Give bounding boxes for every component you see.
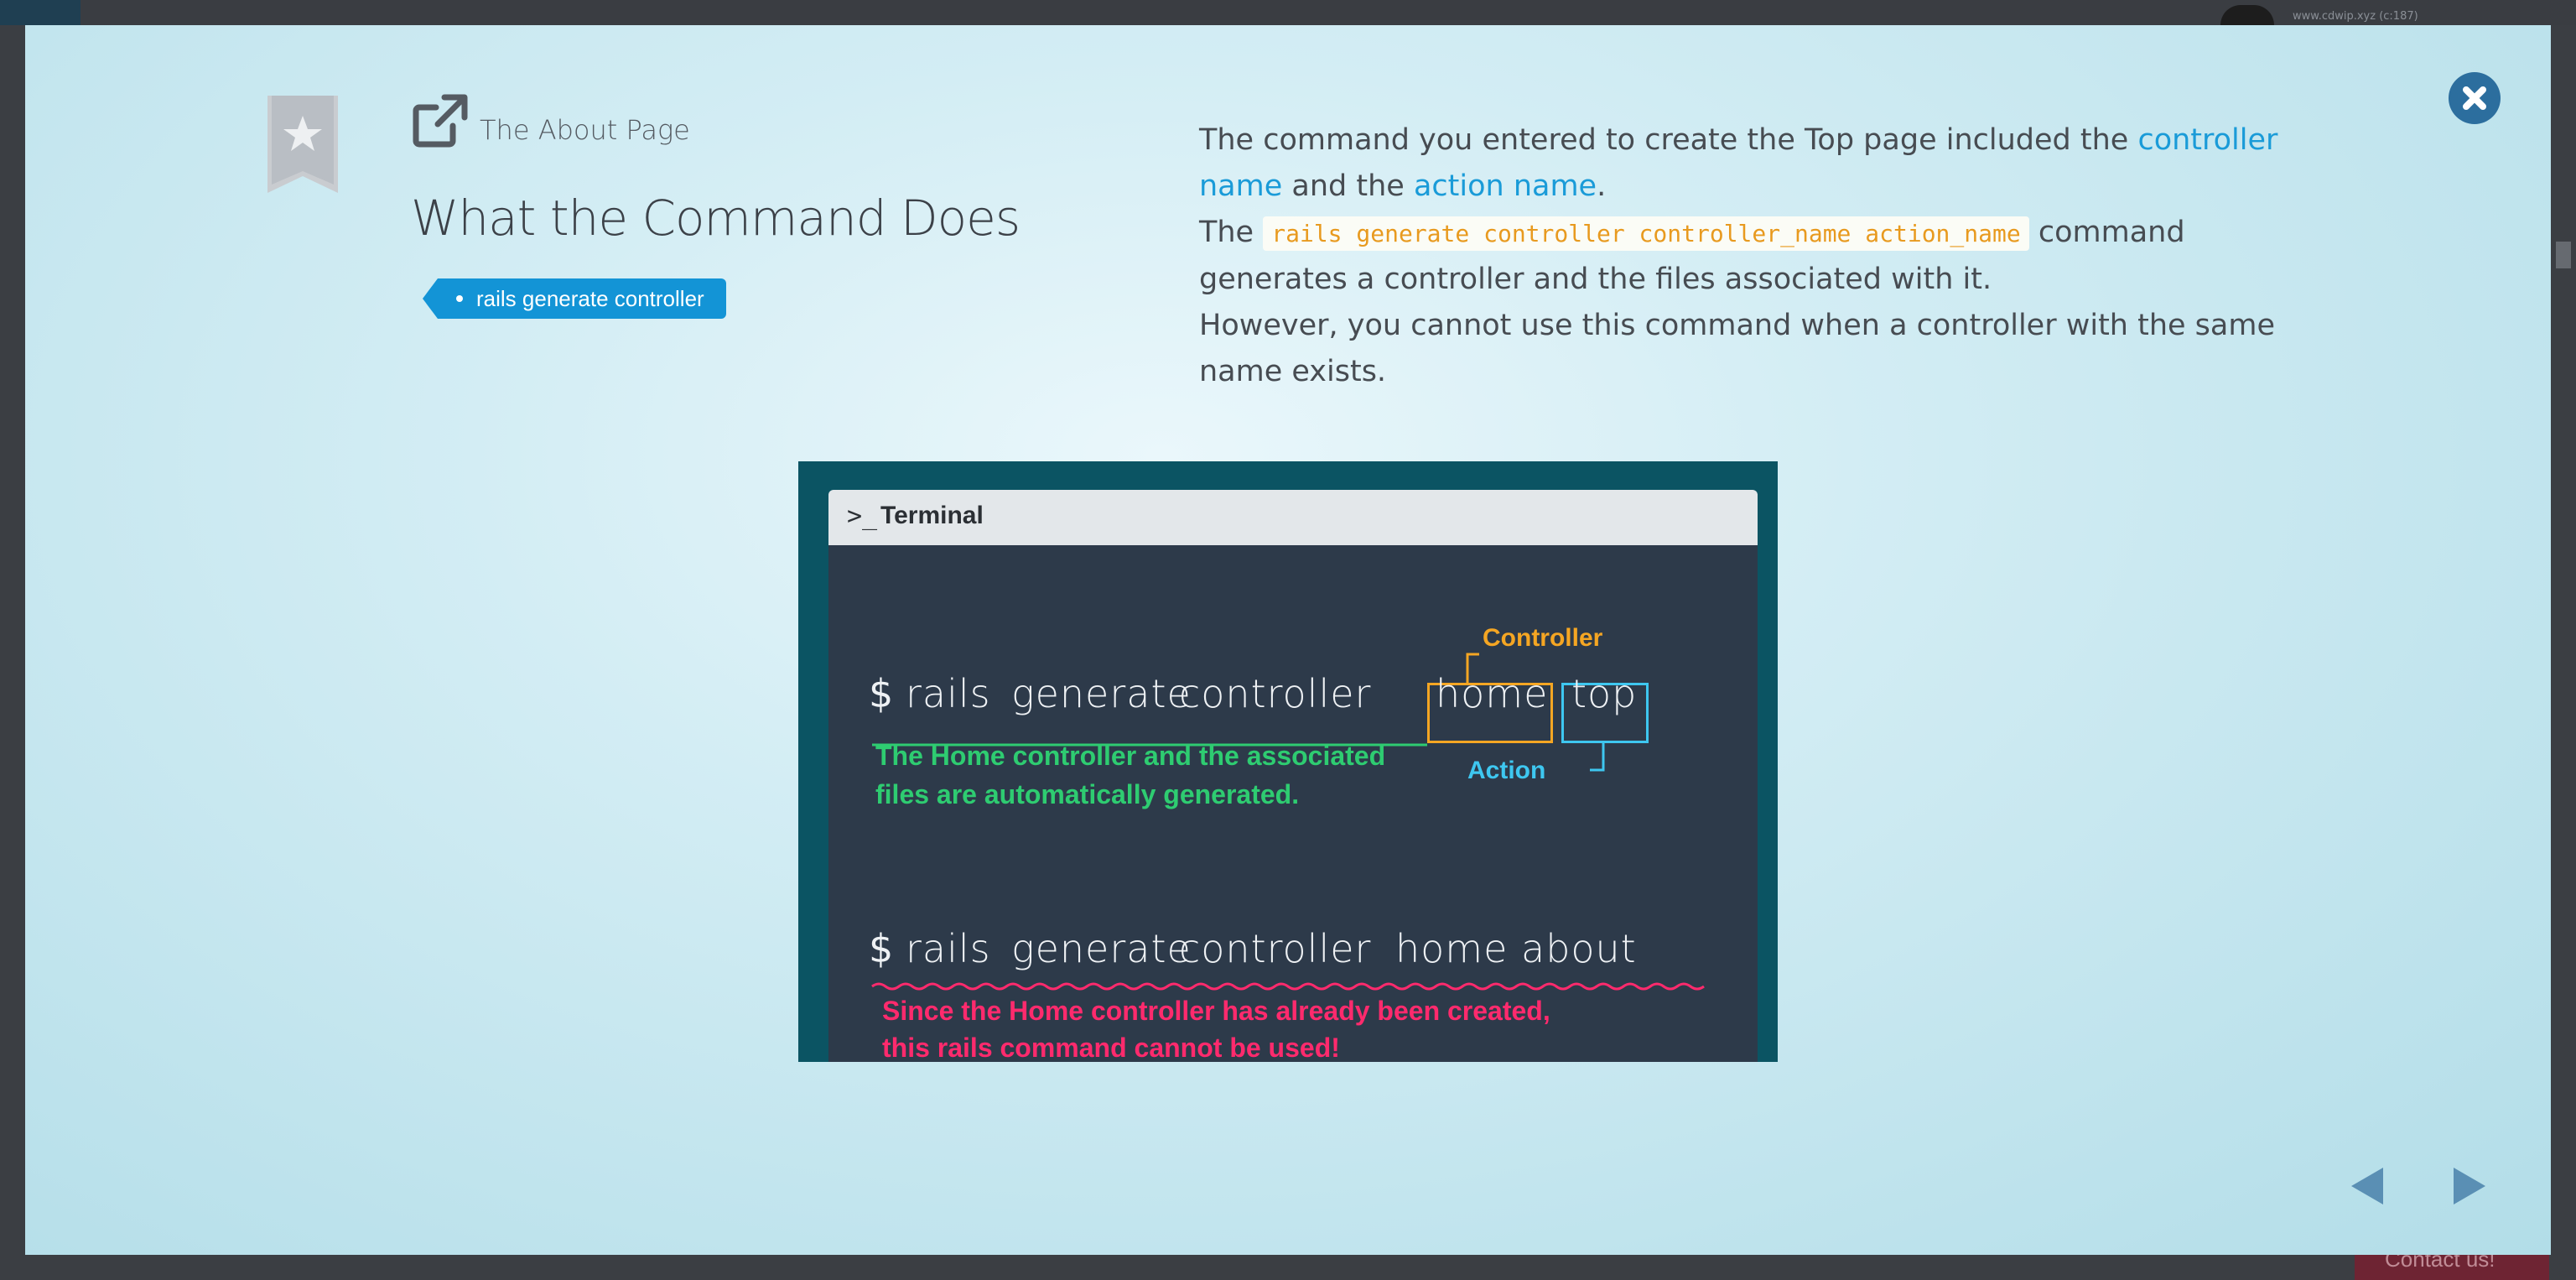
scrollbar-thumb[interactable] bbox=[2556, 242, 2571, 268]
topic-tag[interactable]: rails generate controller bbox=[423, 278, 726, 319]
description-text: The bbox=[1199, 216, 1254, 249]
terminal-prompt-icon: >_ bbox=[847, 502, 878, 531]
cmd2-word: controller bbox=[1179, 926, 1372, 971]
success-note-line: The Home controller and the associated bbox=[875, 741, 1386, 771]
background-bottom-bar bbox=[0, 1255, 2576, 1280]
action-label: Action bbox=[1467, 757, 1546, 784]
external-link-icon bbox=[413, 94, 468, 148]
description-text: . bbox=[1597, 169, 1607, 203]
terminal-title-bar: >_ Terminal bbox=[828, 490, 1758, 545]
lesson-eyebrow-text: The About Page bbox=[480, 114, 690, 146]
description-paragraph-1: The command you entered to create the To… bbox=[1199, 117, 2289, 210]
error-note-line: this rails command cannot be used! bbox=[882, 1033, 1340, 1063]
background-scrollbar[interactable] bbox=[2551, 25, 2576, 1280]
cmd1-word: controller bbox=[1179, 671, 1372, 716]
lesson-description: The command you entered to create the To… bbox=[1199, 117, 2289, 395]
description-text: The command you entered to create the To… bbox=[1199, 123, 2129, 157]
close-button[interactable] bbox=[2449, 72, 2501, 124]
error-note-line: Since the Home controller has already be… bbox=[882, 996, 1550, 1026]
prompt-dollar: $ bbox=[869, 926, 894, 971]
cmd2-word: about bbox=[1521, 926, 1637, 971]
cmd1-word: generate bbox=[1011, 671, 1192, 716]
lesson-eyebrow: The About Page bbox=[411, 91, 690, 151]
prompt-dollar: $ bbox=[869, 671, 894, 716]
arrow-right-icon[interactable] bbox=[2445, 1163, 2492, 1210]
cmd1-action: top bbox=[1571, 671, 1638, 716]
inline-code: rails generate controller controller_nam… bbox=[1263, 216, 2029, 251]
cmd2-word: generate bbox=[1011, 926, 1192, 971]
cmd2-word: home bbox=[1395, 926, 1509, 971]
success-note-line: files are automatically generated. bbox=[875, 779, 1300, 809]
bookmark-star-icon[interactable] bbox=[267, 96, 338, 193]
background-top-bar bbox=[0, 0, 2576, 25]
description-text: and the bbox=[1291, 169, 1405, 203]
lesson-title: What the Command Does bbox=[411, 190, 1021, 247]
cmd1-controller: home bbox=[1436, 671, 1549, 716]
terminal-body: $ rails generate controller home top Con… bbox=[828, 545, 1758, 1063]
close-icon bbox=[2463, 86, 2486, 110]
arrow-left-icon[interactable] bbox=[2345, 1163, 2392, 1210]
background-url-text: www.cdwip.xyz (c:187) bbox=[2293, 10, 2418, 23]
description-paragraph-2: The rails generate controller controller… bbox=[1199, 210, 2289, 303]
cmd2-word: rails bbox=[906, 926, 991, 971]
terminal-illustration: >_ Terminal $ rails generate controller … bbox=[798, 461, 1778, 1063]
description-paragraph-3: However, you cannot use this command whe… bbox=[1199, 309, 2275, 388]
terminal-title: Terminal bbox=[880, 502, 984, 529]
controller-label: Controller bbox=[1483, 624, 1603, 652]
action-name-link[interactable]: action name bbox=[1414, 169, 1597, 203]
lesson-modal: The About Page What the Command Does rai… bbox=[25, 25, 2551, 1255]
background-left-sidebar bbox=[0, 25, 25, 1280]
cmd1-word: rails bbox=[906, 671, 991, 716]
